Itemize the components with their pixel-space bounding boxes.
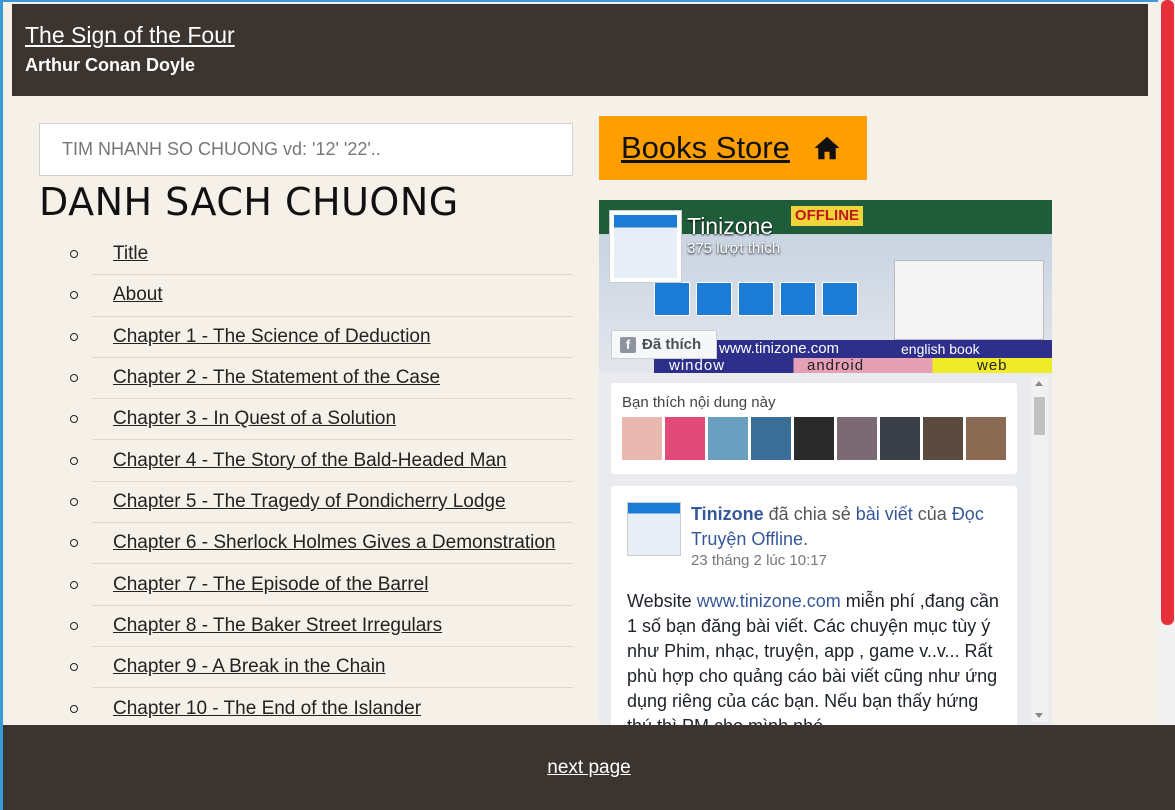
bullet-icon — [70, 415, 78, 424]
fb-cover-image[interactable]: OFFLINE www.tinizone.com english book wi… — [599, 200, 1052, 373]
friend-avatar[interactable] — [880, 417, 920, 460]
fb-like-count: 375 lượt thích — [687, 240, 781, 257]
chapter-link[interactable]: About — [113, 284, 163, 306]
chapter-link[interactable]: Chapter 4 - The Story of the Bald-Headed… — [113, 450, 507, 472]
chapter-link[interactable]: Chapter 6 - Sherlock Holmes Gives a Demo… — [113, 532, 555, 554]
friend-avatar[interactable] — [794, 417, 834, 460]
cover-platform-web: web — [977, 357, 1008, 373]
chapter-list-title: DANH SACH CHUONG — [39, 180, 459, 224]
window-border-left — [0, 0, 3, 810]
bullet-icon — [70, 663, 78, 672]
chapter-list: Title About Chapter 1 - The Science of D… — [70, 234, 573, 730]
page-scrollbar-thumb[interactable] — [1161, 0, 1174, 625]
chapter-link[interactable]: Title — [113, 243, 148, 265]
facebook-icon: f — [620, 336, 636, 353]
bullet-icon — [70, 621, 78, 630]
bullet-icon — [70, 332, 78, 341]
books-store-button[interactable]: Books Store — [599, 116, 867, 180]
list-item: Chapter 8 - The Baker Street Irregulars — [70, 606, 573, 647]
post-body-start: Website — [627, 591, 697, 611]
chapter-link[interactable]: Chapter 8 - The Baker Street Irregulars — [113, 615, 442, 637]
bullet-icon — [70, 497, 78, 506]
fb-page-name[interactable]: Tinizone — [687, 213, 773, 240]
chapter-link[interactable]: Chapter 1 - The Science of Deduction — [113, 326, 431, 348]
chapter-link[interactable]: Chapter 9 - A Break in the Chain — [113, 656, 386, 678]
fb-liked-button[interactable]: f Đã thích — [611, 330, 717, 359]
cover-screenshot — [894, 260, 1044, 340]
list-item: Title — [70, 234, 573, 276]
chapter-link[interactable]: Chapter 10 - The End of the Islander — [113, 698, 421, 720]
post-of-text: của — [912, 504, 952, 524]
book-title-link[interactable]: The Sign of the Four — [25, 22, 235, 49]
post-link[interactable]: bài viết — [856, 504, 913, 524]
list-item: Chapter 10 - The End of the Islander — [70, 688, 573, 729]
book-header: The Sign of the Four Arthur Conan Doyle — [12, 4, 1148, 96]
post-body-rest: miễn phí ,đang cần 1 số bạn đăng bài viế… — [627, 591, 999, 725]
post-author-link[interactable]: Tinizone — [691, 504, 764, 524]
cover-platform-android: android — [807, 357, 865, 373]
post-body: Website www.tinizone.com miễn phí ,đang … — [627, 589, 1001, 725]
bullet-icon — [70, 374, 78, 383]
bullet-icon — [70, 704, 78, 713]
fb-post-card: Tinizone đã chia sẻ bài viết của Đọc Tru… — [611, 486, 1017, 725]
fb-friends-card: Bạn thích nội dung này — [611, 383, 1017, 474]
fb-liked-label: Đã thích — [642, 336, 702, 353]
post-body-link[interactable]: www.tinizone.com — [697, 591, 841, 611]
bullet-icon — [70, 456, 78, 465]
fb-feed: Bạn thích nội dung này Tinizone đã chia … — [599, 373, 1052, 725]
bullet-icon — [70, 250, 78, 259]
home-icon — [814, 136, 840, 160]
list-item: About — [70, 275, 573, 317]
cover-platform-window: window — [669, 357, 726, 373]
bullet-icon — [70, 539, 78, 548]
chapter-link[interactable]: Chapter 7 - The Episode of the Barrel — [113, 574, 428, 596]
post-shared-text: đã chia sẻ — [763, 504, 856, 524]
cover-url-text: www.tinizone.com — [719, 340, 840, 357]
list-item: Chapter 6 - Sherlock Holmes Gives a Demo… — [70, 523, 573, 565]
page-scrollbar[interactable] — [1158, 0, 1175, 725]
cover-english-text: english book — [901, 341, 980, 357]
list-item: Chapter 7 - The Episode of the Barrel — [70, 564, 573, 606]
list-item: Chapter 4 - The Story of the Bald-Headed… — [70, 440, 573, 482]
friend-avatar[interactable] — [665, 417, 705, 460]
post-header: Tinizone đã chia sẻ bài viết của Đọc Tru… — [691, 502, 1001, 552]
cover-offline-badge: OFFLINE — [791, 206, 863, 226]
fb-feed-scrollbar[interactable] — [1031, 377, 1048, 722]
facebook-page-widget: OFFLINE www.tinizone.com english book wi… — [599, 200, 1052, 725]
page-footer: next page — [0, 725, 1175, 810]
friend-avatar[interactable] — [966, 417, 1006, 460]
friend-avatar[interactable] — [837, 417, 877, 460]
chapter-link[interactable]: Chapter 3 - In Quest of a Solution — [113, 408, 396, 430]
scroll-up-icon[interactable] — [1035, 381, 1043, 386]
list-item: Chapter 5 - The Tragedy of Pondicherry L… — [70, 482, 573, 524]
fb-feed-scrollbar-thumb[interactable] — [1034, 397, 1045, 435]
fb-friends-avatars — [622, 417, 1006, 460]
window-border-top — [0, 0, 1175, 2]
cover-app-tiles — [654, 282, 858, 316]
scroll-down-icon[interactable] — [1035, 713, 1043, 718]
fb-friends-label: Bạn thích nội dung này — [622, 394, 776, 411]
friend-avatar[interactable] — [622, 417, 662, 460]
next-page-link[interactable]: next page — [547, 757, 630, 779]
list-item: Chapter 1 - The Science of Deduction — [70, 317, 573, 358]
post-end-text: . — [803, 529, 809, 549]
chapter-link[interactable]: Chapter 5 - The Tragedy of Pondicherry L… — [113, 491, 506, 513]
list-item: Chapter 2 - The Statement of the Case — [70, 358, 573, 400]
list-item: Chapter 9 - A Break in the Chain — [70, 647, 573, 689]
chapter-link[interactable]: Chapter 2 - The Statement of the Case — [113, 367, 440, 389]
books-store-label: Books Store — [621, 130, 790, 165]
post-timestamp[interactable]: 23 tháng 2 lúc 10:17 — [691, 552, 1001, 569]
chapter-search-input[interactable] — [39, 123, 573, 176]
fb-page-avatar[interactable] — [609, 210, 682, 283]
friend-avatar[interactable] — [923, 417, 963, 460]
book-author: Arthur Conan Doyle — [25, 55, 196, 75]
bullet-icon — [70, 580, 78, 589]
friend-avatar[interactable] — [751, 417, 791, 460]
post-author-avatar[interactable] — [627, 502, 681, 556]
friend-avatar[interactable] — [708, 417, 748, 460]
bullet-icon — [70, 291, 78, 300]
list-item: Chapter 3 - In Quest of a Solution — [70, 399, 573, 441]
